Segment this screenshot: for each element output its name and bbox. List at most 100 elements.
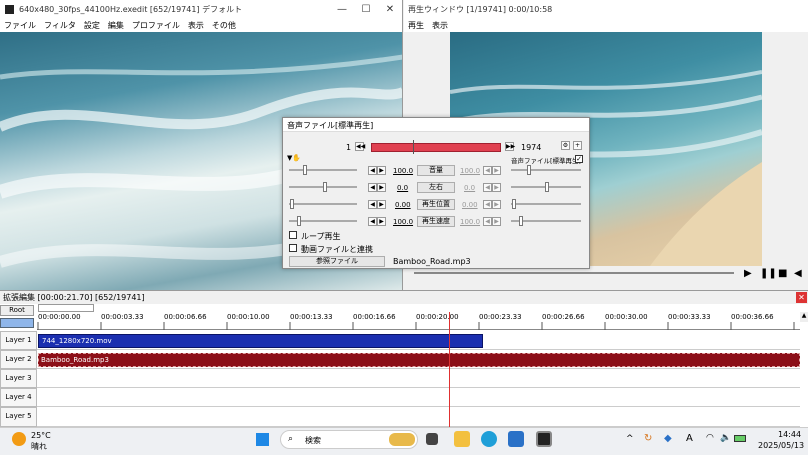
pan-right-inc[interactable]: ▶	[492, 183, 501, 192]
position-right-inc[interactable]: ▶	[492, 200, 501, 209]
layer-row-3[interactable]	[37, 369, 800, 388]
speed-left-value[interactable]: 100.0	[393, 218, 413, 226]
next-frame-button[interactable]: ▶▶	[505, 142, 515, 151]
position-button[interactable]: 再生位置	[417, 199, 455, 210]
editor-title: 640x480_30fps_44100Hz.exedit [652/19741]…	[19, 4, 243, 14]
speed-left-dec[interactable]: ◀	[368, 217, 377, 226]
position-right-dec[interactable]: ◀	[483, 200, 492, 209]
position-left-value[interactable]: 0.00	[395, 201, 411, 209]
volume-icon[interactable]: ◀	[794, 268, 802, 279]
link-video-checkbox[interactable]	[289, 244, 297, 252]
volume-left-dec[interactable]: ◀	[368, 166, 377, 175]
sync-checkbox[interactable]: ✓	[575, 155, 583, 163]
position-right-value[interactable]: 0.00	[462, 201, 478, 209]
menu-edit[interactable]: 編集	[104, 20, 128, 31]
collapse-icon[interactable]: ▼✋	[287, 154, 301, 162]
position-slider-right[interactable]	[511, 199, 581, 209]
pause-icon[interactable]: ❚❚	[760, 268, 777, 279]
volume-right-inc[interactable]: ▶	[492, 166, 501, 175]
timeline-scale-slider[interactable]	[38, 304, 94, 312]
reference-file-button[interactable]: 参照ファイル	[289, 256, 385, 267]
menu-view[interactable]: 表示	[184, 20, 208, 31]
layer-row-4[interactable]	[37, 388, 800, 407]
menu-other[interactable]: その他	[208, 20, 240, 31]
video-clip[interactable]: 744_1280x720.mov	[38, 334, 483, 348]
menu-filter[interactable]: フィルタ	[40, 20, 80, 31]
pan-button[interactable]: 左右	[417, 182, 455, 193]
position-slider-left[interactable]	[289, 199, 357, 209]
speaker-icon[interactable]: 🔈	[720, 433, 731, 443]
pan-left-dec[interactable]: ◀	[368, 183, 377, 192]
tray-app-icon[interactable]: ◆	[664, 433, 672, 444]
root-button[interactable]: Root	[0, 305, 34, 316]
layer-label-3[interactable]: Layer 3	[0, 369, 37, 388]
scrollbar-up-icon[interactable]: ▲	[800, 312, 808, 322]
volume-left-value[interactable]: 100.0	[393, 167, 413, 175]
clock-time[interactable]: 14:44	[778, 430, 801, 439]
tray-chevron-icon[interactable]: ^	[626, 434, 634, 444]
ruler-label: 00:00:30.00	[605, 313, 648, 321]
minimize-icon[interactable]: —	[330, 4, 354, 15]
audio-clip[interactable]: Bamboo_Road.mp3	[38, 353, 800, 367]
speed-left-inc[interactable]: ▶	[377, 217, 386, 226]
stop-icon[interactable]: ■	[778, 268, 787, 279]
pan-right-value[interactable]: 0.0	[464, 184, 475, 192]
position-left-inc[interactable]: ▶	[377, 200, 386, 209]
tray-ime-icon[interactable]: A	[686, 433, 693, 444]
speed-right-value[interactable]: 100.0	[460, 218, 480, 226]
clock-date[interactable]: 2025/05/13	[758, 441, 804, 450]
volume-right-value[interactable]: 100.0	[460, 167, 480, 175]
speed-right-dec[interactable]: ◀	[483, 217, 492, 226]
file-explorer-icon[interactable]	[454, 431, 470, 447]
pan-left-value[interactable]: 0.0	[397, 184, 408, 192]
maximize-icon[interactable]: ☐	[354, 4, 378, 15]
menu-profile[interactable]: プロファイル	[128, 20, 184, 31]
layer-label-2[interactable]: Layer 2	[0, 350, 37, 369]
menu-settings[interactable]: 設定	[80, 20, 104, 31]
volume-left-inc[interactable]: ▶	[377, 166, 386, 175]
close-icon[interactable]: ✕	[378, 4, 402, 15]
layer-label-5[interactable]: Layer 5	[0, 407, 37, 427]
timeline-close-icon[interactable]: ✕	[796, 292, 807, 303]
search-box[interactable]: ⌕ 検索	[280, 430, 418, 449]
volume-button[interactable]: 音量	[417, 165, 455, 176]
layer-label-4[interactable]: Layer 4	[0, 388, 37, 407]
wifi-icon[interactable]: ◠	[706, 433, 714, 443]
settings-icon[interactable]: ⚙	[561, 141, 570, 150]
pan-right-dec[interactable]: ◀	[483, 183, 492, 192]
volume-right-dec[interactable]: ◀	[483, 166, 492, 175]
edge-browser-icon[interactable]	[481, 431, 497, 447]
add-filter-icon[interactable]: +	[573, 141, 582, 150]
weather-condition[interactable]: 晴れ	[31, 441, 47, 452]
tray-sync-icon[interactable]: ↻	[644, 433, 652, 444]
speed-right-inc[interactable]: ▶	[492, 217, 501, 226]
frame-range-bar[interactable]	[371, 143, 501, 152]
speed-slider-right[interactable]	[511, 216, 581, 226]
layer-label-1[interactable]: Layer 1	[0, 331, 37, 350]
pan-left-inc[interactable]: ▶	[377, 183, 386, 192]
volume-slider-left[interactable]	[289, 165, 357, 175]
timeline-zoom-bar[interactable]	[0, 318, 34, 328]
speed-slider-left[interactable]	[289, 216, 357, 226]
pan-slider-right[interactable]	[511, 182, 581, 192]
store-icon[interactable]	[508, 431, 524, 447]
windows-start-icon[interactable]	[256, 433, 269, 446]
weather-temp[interactable]: 25°C	[31, 431, 51, 440]
menu-view[interactable]: 表示	[428, 20, 452, 31]
prev-frame-button[interactable]: ◀◀	[355, 142, 365, 151]
aviutl-taskbar-icon[interactable]	[536, 431, 552, 447]
playhead[interactable]	[449, 312, 450, 427]
position-left-dec[interactable]: ◀	[368, 200, 377, 209]
battery-icon[interactable]	[734, 435, 746, 442]
task-view-icon[interactable]	[426, 433, 438, 445]
speed-button[interactable]: 再生速度	[417, 216, 455, 227]
menu-play[interactable]: 再生	[404, 20, 428, 31]
player-seekbar[interactable]	[414, 272, 734, 274]
weather-icon[interactable]	[12, 432, 26, 446]
volume-slider-right[interactable]	[511, 165, 581, 175]
pan-slider-left[interactable]	[289, 182, 357, 192]
play-icon[interactable]: ▶	[744, 268, 752, 279]
menu-file[interactable]: ファイル	[0, 20, 40, 31]
layer-row-5[interactable]	[37, 407, 800, 427]
loop-checkbox[interactable]	[289, 231, 297, 239]
